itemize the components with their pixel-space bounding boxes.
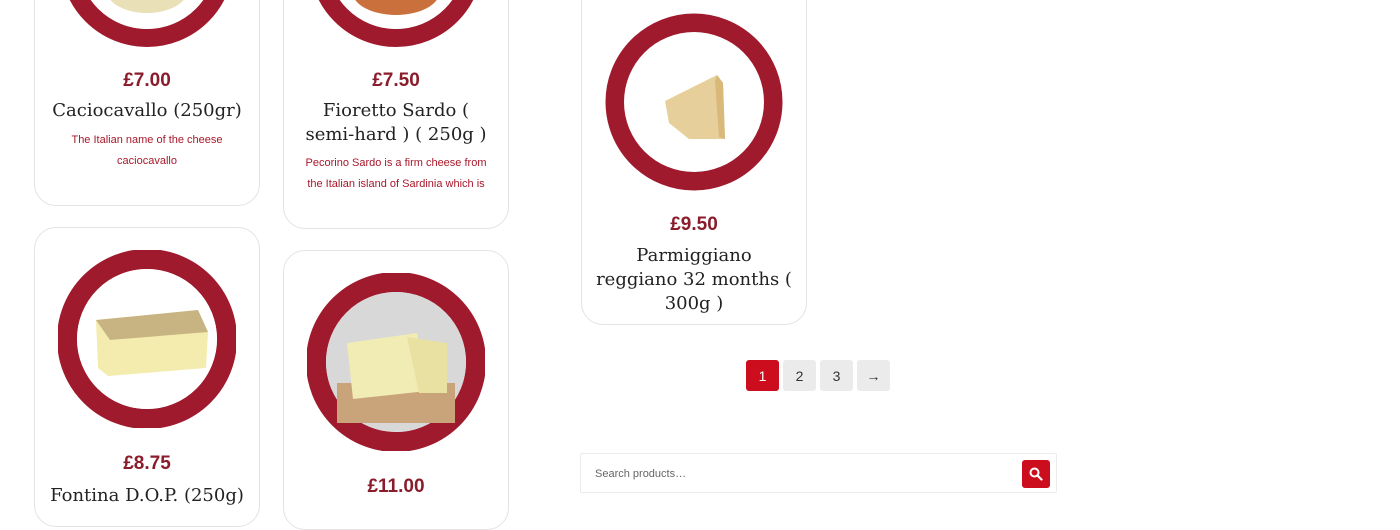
product-price: £9.50	[670, 214, 718, 235]
product-description: The Italian name of the cheese caciocava…	[71, 134, 223, 167]
search-button[interactable]	[1022, 460, 1050, 488]
product-card[interactable]: £9.50 Parmiggiano reggiano 32 months ( 3…	[581, 0, 807, 325]
product-price: £11.00	[367, 476, 425, 497]
product-search	[580, 453, 1057, 493]
product-card[interactable]: £11.00	[283, 250, 509, 530]
product-price: £7.00	[123, 70, 171, 91]
page-3-button[interactable]: 3	[820, 360, 853, 391]
product-price: £8.75	[123, 453, 171, 474]
product-title[interactable]: Parmiggiano reggiano 32 months ( 300g )	[596, 244, 792, 316]
product-description: Pecorino Sardo is a firm cheese from the…	[305, 157, 487, 190]
search-icon	[1029, 467, 1043, 481]
product-title[interactable]: Fontina D.O.P. (250g)	[49, 484, 245, 508]
page-2-button[interactable]: 2	[783, 360, 816, 391]
pagination: 1 2 3 →	[746, 360, 890, 391]
product-card[interactable]: £8.75 Fontina D.O.P. (250g)	[34, 227, 260, 527]
product-image[interactable]	[307, 273, 485, 451]
product-title[interactable]: Caciocavallo (250gr)	[49, 99, 245, 123]
page-1-button[interactable]: 1	[746, 360, 779, 391]
product-price: £7.50	[372, 70, 420, 91]
product-image[interactable]	[307, 0, 485, 49]
product-image[interactable]	[58, 0, 236, 49]
product-card[interactable]: £7.00 Caciocavallo (250gr) The Italian n…	[34, 0, 260, 206]
search-input[interactable]	[593, 462, 1017, 486]
product-image[interactable]	[58, 250, 236, 428]
product-title[interactable]: Fioretto Sardo ( semi-hard ) ( 250g )	[298, 99, 494, 147]
product-image[interactable]	[605, 13, 783, 191]
product-card[interactable]: £7.50 Fioretto Sardo ( semi-hard ) ( 250…	[283, 0, 509, 229]
next-page-button[interactable]: →	[857, 360, 890, 391]
